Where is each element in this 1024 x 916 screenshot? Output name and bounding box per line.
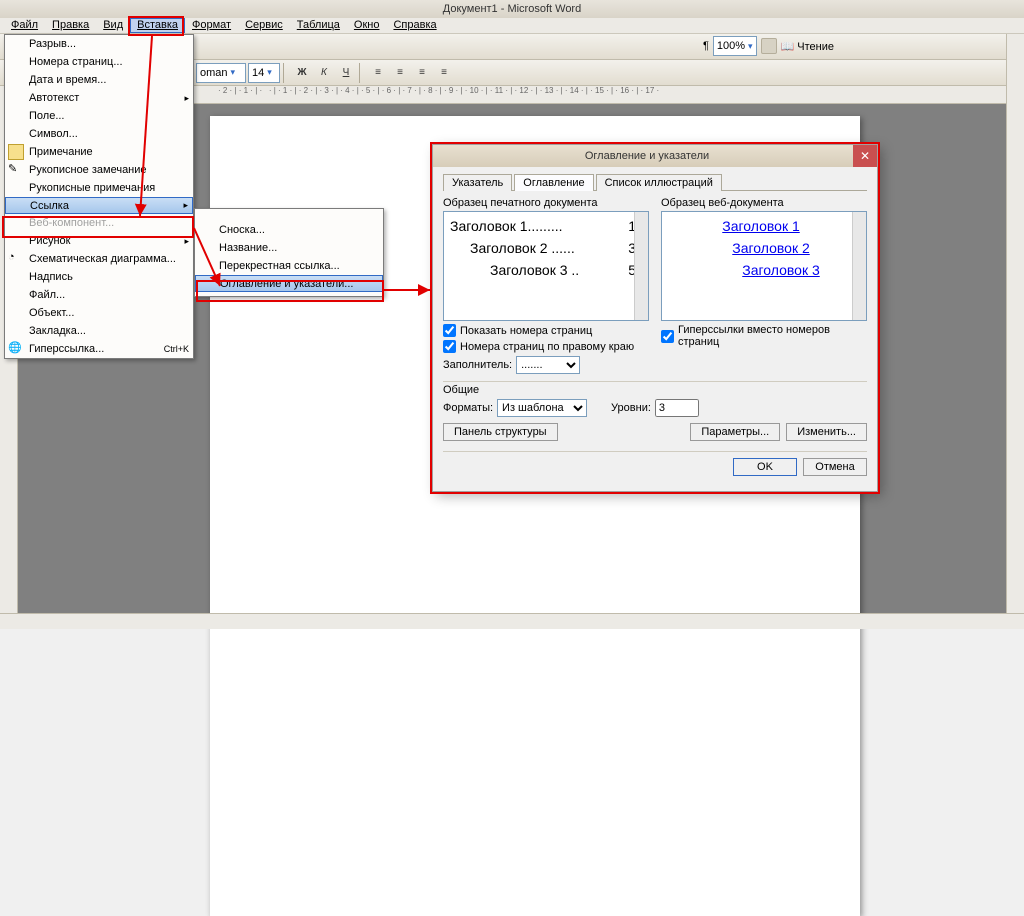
dialog-title: Оглавление и указатели <box>441 150 853 162</box>
menu-item-hyperlink[interactable]: 🌐Гиперссылка...Ctrl+K <box>5 340 193 358</box>
dialog-tabs: Указатель Оглавление Список иллюстраций <box>433 167 877 190</box>
align-justify-icon[interactable]: ≡ <box>434 63 454 83</box>
dialog-titlebar: Оглавление и указатели ✕ <box>433 145 877 167</box>
hyperlinks-checkbox[interactable] <box>661 330 674 343</box>
formats-label: Форматы: <box>443 402 493 414</box>
menu-edit[interactable]: Правка <box>45 18 96 33</box>
tab-illustrations[interactable]: Список иллюстраций <box>596 174 722 191</box>
help-icon[interactable] <box>761 38 777 54</box>
menu-item-file[interactable]: Файл... <box>5 286 193 304</box>
align-center-icon[interactable]: ≡ <box>390 63 410 83</box>
levels-spinner[interactable] <box>655 399 699 417</box>
print-sample-label: Образец печатного документа <box>443 197 649 209</box>
menu-item-webcomp: Веб-компонент... <box>5 214 193 232</box>
status-bar <box>0 613 1024 629</box>
web-sample-label: Образец веб-документа <box>661 197 867 209</box>
menu-item-symbol[interactable]: Символ... <box>5 125 193 143</box>
general-label: Общие <box>443 384 867 396</box>
show-pages-checkbox[interactable] <box>443 324 456 337</box>
ok-button[interactable]: OK <box>733 458 797 476</box>
filler-select[interactable]: ....... <box>516 356 580 374</box>
fontsize-select[interactable]: 14 <box>248 63 280 83</box>
reading-layout-button[interactable]: 📖 Чтение <box>781 40 834 53</box>
font-select[interactable]: oman <box>196 63 246 83</box>
ink-icon: ✎ <box>8 162 24 178</box>
globe-icon: 🌐 <box>8 341 24 357</box>
submenu-footnote[interactable]: Сноска... <box>195 221 383 239</box>
comment-icon <box>8 144 24 160</box>
menu-window[interactable]: Окно <box>347 18 387 33</box>
outline-panel-button[interactable]: Панель структуры <box>443 423 558 441</box>
menu-format[interactable]: Формат <box>185 18 238 33</box>
submenu-caption[interactable]: Название... <box>195 239 383 257</box>
menu-item-pagenum[interactable]: Номера страниц... <box>5 53 193 71</box>
menu-item-comment[interactable]: Примечание <box>5 143 193 161</box>
levels-label: Уровни: <box>611 402 651 414</box>
cancel-button[interactable]: Отмена <box>803 458 867 476</box>
task-pane-strip <box>1006 34 1024 613</box>
formats-select[interactable]: Из шаблона <box>497 399 587 417</box>
menu-help[interactable]: Справка <box>386 18 443 33</box>
toc-dialog: Оглавление и указатели ✕ Указатель Оглав… <box>432 144 878 492</box>
reference-submenu: Сноска... Название... Перекрестная ссылк… <box>194 208 384 297</box>
menu-service[interactable]: Сервис <box>238 18 290 33</box>
menu-item-object[interactable]: Объект... <box>5 304 193 322</box>
menu-item-picture[interactable]: Рисунок▸ <box>5 232 193 250</box>
print-preview-box: Заголовок 1.........1 Заголовок 2 ......… <box>443 211 649 321</box>
align-right-icon[interactable]: ≡ <box>412 63 432 83</box>
toolbar-zoom-group: ¶ 100% 📖 Чтение <box>703 36 834 56</box>
menu-table[interactable]: Таблица <box>290 18 347 33</box>
menu-item-field[interactable]: Поле... <box>5 107 193 125</box>
menu-item-datetime[interactable]: Дата и время... <box>5 71 193 89</box>
menu-item-ink[interactable]: ✎Рукописное замечание <box>5 161 193 179</box>
window-title: Документ1 - Microsoft Word <box>0 0 1024 18</box>
menu-item-autotext[interactable]: Автотекст▸ <box>5 89 193 107</box>
menu-insert[interactable]: Вставка <box>130 18 185 33</box>
tab-toc[interactable]: Оглавление <box>514 174 593 191</box>
menu-item-reference[interactable]: Ссылка▸ <box>5 197 193 214</box>
menu-view[interactable]: Вид <box>96 18 130 33</box>
zoom-select[interactable]: 100% <box>713 36 757 56</box>
menu-item-bookmark[interactable]: Закладка... <box>5 322 193 340</box>
tab-index[interactable]: Указатель <box>443 174 512 191</box>
align-left-icon[interactable]: ≡ <box>368 63 388 83</box>
menu-item-diagram[interactable]: ◔Схематическая диаграмма... <box>5 250 193 268</box>
diagram-icon: ◔ <box>8 251 24 267</box>
right-align-checkbox[interactable] <box>443 340 456 353</box>
modify-button[interactable]: Изменить... <box>786 423 867 441</box>
italic-button[interactable]: К <box>314 63 334 83</box>
print-preview-scrollbar[interactable] <box>634 212 648 320</box>
dialog-close-button[interactable]: ✕ <box>853 145 877 167</box>
web-preview-scrollbar[interactable] <box>852 212 866 320</box>
insert-menu-dropdown: Разрыв... Номера страниц... Дата и время… <box>4 34 194 359</box>
filler-label: Заполнитель: <box>443 359 512 371</box>
menu-item-inknotes[interactable]: Рукописные примечания <box>5 179 193 197</box>
params-button[interactable]: Параметры... <box>690 423 780 441</box>
pilcrow-icon[interactable]: ¶ <box>703 40 709 52</box>
web-preview-box: Заголовок 1 Заголовок 2 Заголовок 3 <box>661 211 867 321</box>
submenu-crossref[interactable]: Перекрестная ссылка... <box>195 257 383 275</box>
menu-file[interactable]: Файл <box>4 18 45 33</box>
bold-button[interactable]: Ж <box>292 63 312 83</box>
menu-item-break[interactable]: Разрыв... <box>5 35 193 53</box>
menu-item-caption[interactable]: Надпись <box>5 268 193 286</box>
menubar: Файл Правка Вид Вставка Формат Сервис Та… <box>0 18 1024 34</box>
underline-button[interactable]: Ч <box>336 63 356 83</box>
submenu-toc[interactable]: Оглавление и указатели... <box>195 275 383 292</box>
